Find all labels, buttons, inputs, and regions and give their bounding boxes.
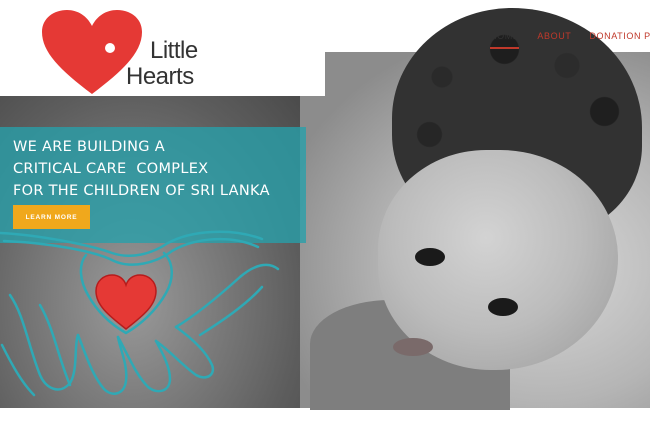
headline-line-1: WE ARE BUILDING A [13, 139, 165, 155]
nav-home[interactable]: HOME [490, 31, 520, 49]
logo[interactable]: Little Hearts [0, 0, 325, 96]
hands-heart-drawing [0, 230, 280, 397]
nav-about[interactable]: ABOUT [537, 31, 571, 49]
main-nav: HOME ABOUT DONATION PULSE [490, 31, 650, 49]
child-face [378, 150, 618, 370]
hero-headline: WE ARE BUILDING A CRITICAL CARE COMPLEX … [13, 136, 270, 202]
logo-wordmark: Little Hearts [126, 37, 198, 90]
logo-line-2: Hearts [126, 63, 194, 90]
logo-line-1: Little [150, 37, 198, 64]
child-eye-right [488, 298, 518, 316]
child-mouth [393, 338, 433, 356]
child-eye-left [415, 248, 445, 266]
nav-donation-pulse[interactable]: DONATION PULSE [589, 31, 650, 49]
headline-line-2: CRITICAL CARE COMPLEX [13, 161, 209, 177]
headline-line-3: FOR THE CHILDREN OF SRI LANKA [13, 183, 270, 199]
